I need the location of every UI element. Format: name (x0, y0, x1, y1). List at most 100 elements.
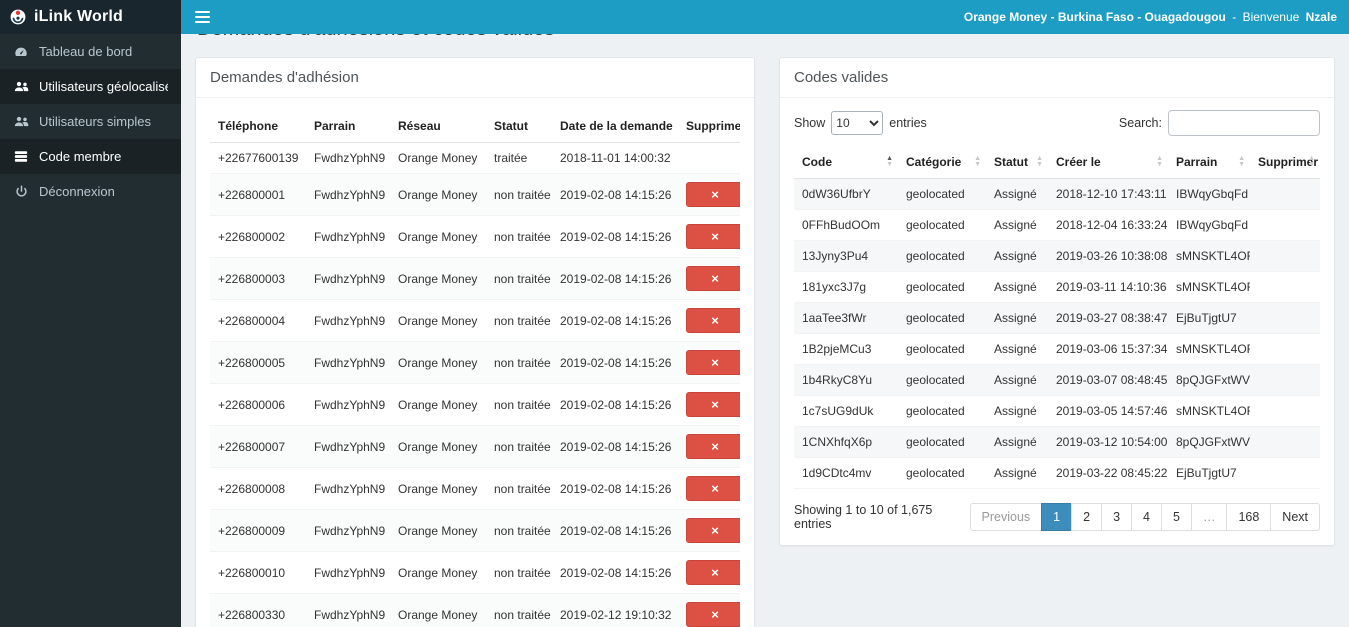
cell-categorie: geolocated (898, 178, 986, 210)
cell-creer-le: 2019-03-26 10:38:08 (1048, 240, 1168, 272)
table-row: 1aaTee3fWr geolocated Assigné 2019-03-27 08… (794, 302, 1320, 334)
pagination-button-5[interactable]: 5 (1160, 503, 1192, 531)
table-row: +226800003 FwdhzYphN9 Orange Money non trai… (210, 257, 740, 300)
adhesions-table-body: +22677600139 FwdhzYphN9 Orange Money traité… (210, 142, 740, 627)
table-row: 1CNXhfqX6p geolocated Assigné 2019-03-12 10… (794, 426, 1320, 458)
codes-table: Code ▲ ▼ Catégorie ▲ ▼ Statut ▲ ▼ Créer le ▲ ▼ Parra… (794, 146, 1320, 489)
delete-button[interactable]: × (686, 308, 740, 333)
column-header-supprimer[interactable]: Supprimer ▲ ▼ (1250, 146, 1320, 179)
cell-categorie: geolocated (898, 457, 986, 489)
adhesions-table: Téléphone Parrain Réseau Statut Date de la d… (210, 110, 740, 627)
sidebar-item-deconnexion[interactable]: Déconnexion (0, 174, 181, 209)
pagination-button-2[interactable]: 2 (1071, 503, 1103, 531)
sidebar: Tableau de bord Utilisateurs géolocalisés… (0, 34, 181, 627)
sidebar-item-utilisateurs-geolocalises[interactable]: Utilisateurs géolocalisés (0, 69, 181, 104)
column-header-parrain[interactable]: Parrain ▲ ▼ (1168, 146, 1250, 179)
app-logo[interactable]: iLink World (0, 0, 181, 34)
cell-supprimer (1250, 209, 1320, 241)
cell-date: 2019-02-08 14:15:26 (552, 467, 678, 510)
pagination-button-4[interactable]: 4 (1131, 503, 1162, 531)
cell-statut: Assigné (986, 333, 1048, 365)
sidebar-item-code-membre[interactable]: Code membre (0, 139, 181, 174)
table-row: +22677600139 FwdhzYphN9 Orange Money traité… (210, 142, 740, 174)
cell-statut: Assigné (986, 302, 1048, 334)
cell-supprimer: × (678, 593, 740, 627)
sidebar-toggle-button[interactable] (181, 0, 224, 34)
column-header-statut: Statut (486, 110, 552, 143)
cell-statut: non traitée (486, 425, 552, 468)
cell-supprimer: × (678, 215, 740, 258)
cell-creer-le: 2018-12-04 16:33:24 (1048, 209, 1168, 241)
panels-container: Demandes d'adhésion Téléphone Parrain Rése… (195, 57, 1335, 627)
table-info: Showing 1 to 10 of 1,675 entries (794, 503, 933, 531)
column-header-creer-le[interactable]: Créer le ▲ ▼ (1048, 146, 1168, 179)
cell-supprimer (1250, 457, 1320, 489)
power-icon (13, 185, 29, 198)
cell-telephone: +22677600139 (210, 142, 306, 174)
sort-icon: ▲ ▼ (974, 155, 981, 168)
globe-logo-icon (10, 6, 26, 28)
codes-header-row: Code ▲ ▼ Catégorie ▲ ▼ Statut ▲ ▼ Créer le ▲ ▼ Parra… (794, 146, 1320, 179)
cell-parrain: FwdhzYphN9 (306, 257, 390, 300)
cell-supprimer: × (678, 383, 740, 426)
delete-button[interactable]: × (686, 476, 740, 501)
cell-supprimer (1250, 178, 1320, 210)
table-row: 1B2pjeMCu3 geolocated Assigné 2019-03-06 15… (794, 333, 1320, 365)
delete-button[interactable]: × (686, 434, 740, 459)
sidebar-item-utilisateurs-simples[interactable]: Utilisateurs simples (0, 104, 181, 139)
column-header-code[interactable]: Code ▲ ▼ (794, 146, 898, 179)
table-row: +226800006 FwdhzYphN9 Orange Money non trai… (210, 383, 740, 426)
sort-icon: ▲ ▼ (886, 155, 893, 168)
sidebar-item-tableau-de-bord[interactable]: Tableau de bord (0, 34, 181, 69)
delete-button[interactable]: × (686, 266, 740, 291)
cell-reseau: Orange Money (390, 551, 486, 594)
cell-supprimer (1250, 302, 1320, 334)
delete-button[interactable]: × (686, 392, 740, 417)
users-icon (13, 80, 29, 93)
pagination-button-previous[interactable]: Previous (969, 503, 1043, 531)
cell-statut: Assigné (986, 426, 1048, 458)
delete-button[interactable]: × (686, 224, 740, 249)
cell-creer-le: 2019-03-27 08:38:47 (1048, 302, 1168, 334)
cell-supprimer: × (678, 173, 740, 216)
cell-parrain: FwdhzYphN9 (306, 467, 390, 510)
cell-supprimer (1250, 271, 1320, 303)
cell-supprimer (1250, 364, 1320, 396)
cell-reseau: Orange Money (390, 509, 486, 552)
cell-reseau: Orange Money (390, 467, 486, 510)
cell-telephone: +226800010 (210, 551, 306, 594)
column-header-categorie[interactable]: Catégorie ▲ ▼ (898, 146, 986, 179)
pagination-button-3[interactable]: 3 (1101, 503, 1133, 531)
cell-parrain: FwdhzYphN9 (306, 173, 390, 216)
cell-statut: non traitée (486, 467, 552, 510)
delete-button[interactable]: × (686, 602, 740, 627)
sort-icon: ▲ ▼ (1036, 155, 1043, 168)
cell-date: 2019-02-08 14:15:26 (552, 299, 678, 342)
cell-parrain: FwdhzYphN9 (306, 425, 390, 468)
cell-date: 2019-02-08 14:15:26 (552, 215, 678, 258)
cell-reseau: Orange Money (390, 173, 486, 216)
cell-reseau: Orange Money (390, 425, 486, 468)
search-label: Search: (1118, 116, 1162, 130)
delete-button[interactable]: × (686, 560, 740, 585)
sort-icon: ▲ ▼ (1156, 155, 1163, 168)
cell-categorie: geolocated (898, 395, 986, 427)
cell-categorie: geolocated (898, 364, 986, 396)
cell-telephone: +226800007 (210, 425, 306, 468)
cell-statut: Assigné (986, 271, 1048, 303)
pagination-page-active[interactable]: 1 (1041, 503, 1073, 531)
codes-table-head: Code ▲ ▼ Catégorie ▲ ▼ Statut ▲ ▼ Créer le ▲ ▼ Parra… (794, 146, 1320, 179)
column-header-parrain: Parrain (306, 110, 390, 143)
delete-button[interactable]: × (686, 182, 740, 207)
column-header-statut[interactable]: Statut ▲ ▼ (986, 146, 1048, 179)
sort-icon: ▲ ▼ (1238, 155, 1245, 168)
search-input[interactable] (1168, 110, 1320, 136)
delete-button[interactable]: × (686, 518, 740, 543)
delete-button[interactable]: × (686, 350, 740, 375)
pagination-button-next[interactable]: Next (1270, 503, 1320, 531)
page-length-select[interactable]: 10 (831, 111, 884, 135)
codes-table-body: 0dW36UfbrY geolocated Assigné 2018-12-10 17… (794, 178, 1320, 489)
pagination-button-168[interactable]: 168 (1226, 503, 1272, 531)
column-header-date-de-la-demande: Date de la demande (552, 110, 678, 143)
cell-code: 0FFhBudOOm (794, 209, 898, 241)
